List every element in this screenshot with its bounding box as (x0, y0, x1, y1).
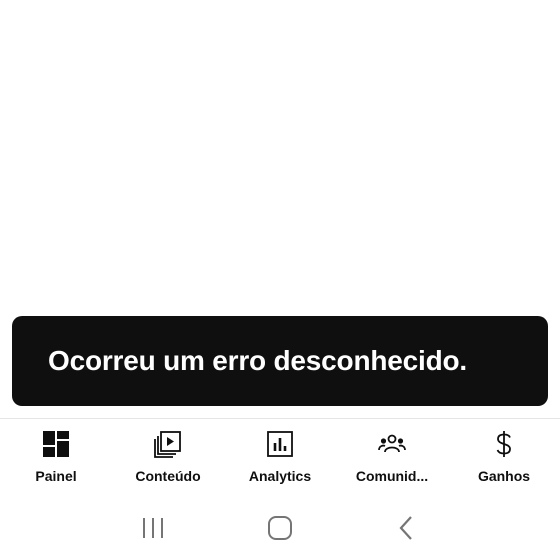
community-icon (377, 429, 407, 459)
nav-item-painel[interactable]: Painel (0, 419, 112, 499)
home-icon (266, 514, 294, 547)
dashboard-icon (41, 429, 71, 459)
back-icon (393, 514, 421, 547)
recent-apps-button[interactable] (133, 510, 173, 550)
content-library-icon (153, 429, 183, 459)
nav-item-ganhos[interactable]: Ganhos (448, 419, 560, 499)
nav-label-ganhos: Ganhos (477, 468, 531, 484)
error-snackbar: Ocorreu um erro desconhecido. (12, 316, 548, 406)
system-navigation-bar (0, 500, 560, 560)
nav-item-analytics[interactable]: Analytics (224, 419, 336, 499)
nav-label-painel: Painel (35, 468, 77, 484)
snackbar-message: Ocorreu um erro desconhecido. (48, 345, 467, 376)
bottom-navigation: Painel Conteúdo Analytics Comunid... Gan… (0, 419, 560, 499)
nav-item-comunidade[interactable]: Comunid... (336, 419, 448, 499)
nav-label-conteudo: Conteúdo (135, 468, 201, 484)
analytics-chart-icon (265, 429, 295, 459)
recent-apps-icon (139, 514, 167, 547)
nav-label-comunidade: Comunid... (355, 468, 429, 484)
nav-label-analytics: Analytics (248, 468, 312, 484)
back-button[interactable] (387, 510, 427, 550)
nav-item-conteudo[interactable]: Conteúdo (112, 419, 224, 499)
dollar-icon (489, 429, 519, 459)
home-button[interactable] (260, 510, 300, 550)
